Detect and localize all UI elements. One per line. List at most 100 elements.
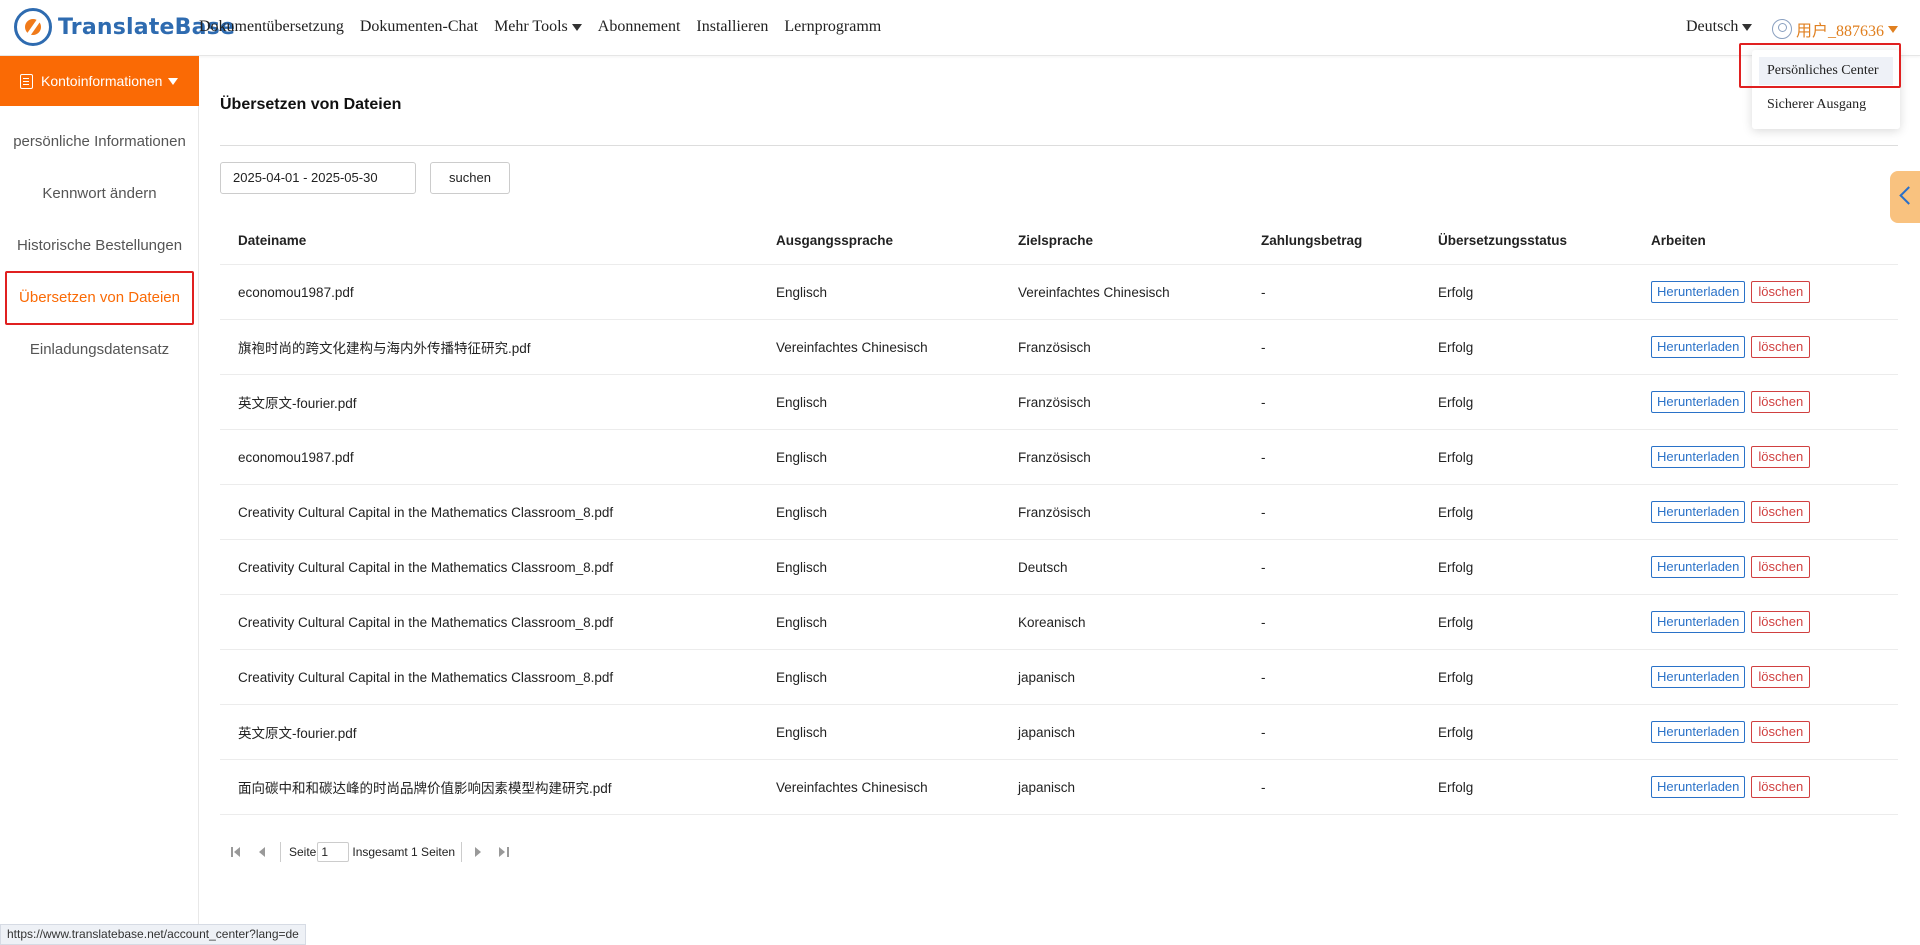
cell-target-language: japanisch [1018,724,1076,740]
sidebar-item-change-password[interactable]: Kennwort ändern [0,185,199,202]
prev-page-icon[interactable] [254,844,270,860]
cell-translation-status: Erfolg [1438,779,1474,795]
language-selector[interactable]: Deutsch [1686,18,1753,36]
delete-button[interactable]: löschen [1751,776,1811,798]
table-row: 英文原文-fourier.pdf Englisch japanisch - Erfolg… [220,705,1898,760]
sidebar-item-file-translation[interactable]: Übersetzen von Dateien [0,289,199,306]
pager-divider [280,842,281,862]
sidebar-item-personal-info[interactable]: persönliche Informationen [0,133,199,150]
chevron-down-icon [1742,23,1753,31]
cell-source-language: Englisch [776,394,828,410]
last-page-icon[interactable] [496,844,512,860]
cell-actions: Herunterladen löschen [1651,650,1811,704]
cell-filename: economou1987.pdf [238,449,354,465]
collapse-side-panel-tab[interactable] [1890,171,1920,223]
table-row: economou1987.pdf Englisch Französisch - Erfo… [220,430,1898,485]
delete-button[interactable]: löschen [1751,721,1811,743]
cell-filename: 旗袍时尚的跨文化建构与海内外传播特征研究.pdf [238,341,531,356]
cell-translation-status: Erfolg [1438,449,1474,465]
nav-item-subscription[interactable]: Abonnement [598,18,681,36]
download-button[interactable]: Herunterladen [1651,281,1746,303]
nav-item-more-tools[interactable]: Mehr Tools [494,18,582,36]
chevron-down-icon [1888,25,1899,33]
menu-item-secure-logout[interactable]: Sicherer Ausgang [1759,91,1893,119]
cell-translation-status: Erfolg [1438,339,1474,355]
delete-button[interactable]: löschen [1751,666,1811,688]
delete-button[interactable]: löschen [1751,501,1811,523]
page-label: Seite [289,845,317,859]
cell-filename: 英文原文-fourier.pdf [238,396,357,411]
cell-source-language: Englisch [776,449,828,465]
table-row: Creativity Cultural Capital in the Mathe… [220,650,1898,705]
cell-target-language: japanisch [1018,779,1076,795]
column-header-actions: Arbeiten [1651,232,1706,248]
sidebar: Kontoinformationen persönliche Informati… [0,56,199,945]
cell-target-language: japanisch [1018,669,1076,685]
cell-actions: Herunterladen löschen [1651,595,1811,649]
nav-item-tutorial[interactable]: Lernprogramm [784,18,881,36]
first-page-icon[interactable] [228,844,244,860]
cell-actions: Herunterladen löschen [1651,375,1811,429]
download-button[interactable]: Herunterladen [1651,721,1746,743]
delete-button[interactable]: löschen [1751,281,1811,303]
cell-payment-amount: - [1261,504,1266,520]
cell-actions: Herunterladen löschen [1651,265,1811,319]
cell-translation-status: Erfolg [1438,559,1474,575]
cell-translation-status: Erfolg [1438,284,1474,300]
column-header-source-language: Ausgangssprache [776,232,894,248]
date-range-input[interactable]: 2025-04-01 - 2025-05-30 [220,162,416,194]
username: 用户_887636 [1796,23,1885,40]
user-menu-toggle[interactable]: 用户_887636 [1772,17,1899,41]
delete-button[interactable]: löschen [1751,446,1811,468]
cell-filename: Creativity Cultural Capital in the Mathe… [238,614,614,630]
search-button[interactable]: suchen [430,162,510,194]
download-button[interactable]: Herunterladen [1651,501,1746,523]
download-button[interactable]: Herunterladen [1651,611,1746,633]
download-button[interactable]: Herunterladen [1651,666,1746,688]
cell-payment-amount: - [1261,724,1266,740]
delete-button[interactable]: löschen [1751,556,1811,578]
main-nav: Dokumentübersetzung Dokumenten-Chat Mehr… [199,18,897,36]
page-number-input[interactable]: 1 [317,842,350,862]
cell-target-language: Französisch [1018,339,1091,355]
sidebar-item-order-history[interactable]: Historische Bestellungen [0,237,199,254]
sidebar-header-account-info[interactable]: Kontoinformationen [0,56,199,106]
cell-source-language: Englisch [776,669,828,685]
language-label: Deutsch [1686,18,1739,35]
download-button[interactable]: Herunterladen [1651,336,1746,358]
nav-item-install[interactable]: Installieren [696,18,768,36]
cell-translation-status: Erfolg [1438,614,1474,630]
cell-source-language: Vereinfachtes Chinesisch [776,779,928,795]
cell-payment-amount: - [1261,449,1266,465]
delete-button[interactable]: löschen [1751,611,1811,633]
delete-button[interactable]: löschen [1751,391,1811,413]
cell-translation-status: Erfolg [1438,669,1474,685]
document-icon [20,73,33,89]
nav-item-document-chat[interactable]: Dokumenten-Chat [360,18,478,36]
cell-target-language: Vereinfachtes Chinesisch [1018,284,1170,300]
cell-filename: Creativity Cultural Capital in the Mathe… [238,504,614,520]
table-row: Creativity Cultural Capital in the Mathe… [220,595,1898,650]
cell-payment-amount: - [1261,559,1266,575]
download-button[interactable]: Herunterladen [1651,556,1746,578]
cell-payment-amount: - [1261,669,1266,685]
delete-button[interactable]: löschen [1751,336,1811,358]
column-header-filename: Dateiname [238,232,307,248]
table-row: Creativity Cultural Capital in the Mathe… [220,485,1898,540]
user-icon [1772,19,1792,39]
cell-actions: Herunterladen löschen [1651,485,1811,539]
nav-item-document-translation[interactable]: Dokumentübersetzung [199,18,344,36]
cell-actions: Herunterladen löschen [1651,540,1811,594]
sidebar-header-label: Kontoinformationen [41,73,163,89]
menu-item-personal-center[interactable]: Persönliches Center [1759,57,1893,85]
column-header-target-language: Zielsprache [1018,232,1094,248]
download-button[interactable]: Herunterladen [1651,446,1746,468]
cell-target-language: Französisch [1018,449,1091,465]
download-button[interactable]: Herunterladen [1651,776,1746,798]
download-button[interactable]: Herunterladen [1651,391,1746,413]
sidebar-item-invitation-records[interactable]: Einladungsdatensatz [0,341,199,358]
cell-payment-amount: - [1261,284,1266,300]
cell-actions: Herunterladen löschen [1651,760,1811,814]
next-page-icon[interactable] [470,844,486,860]
cell-filename: 面向碳中和和碳达峰的时尚品牌价值影响因素模型构建研究.pdf [238,781,612,796]
